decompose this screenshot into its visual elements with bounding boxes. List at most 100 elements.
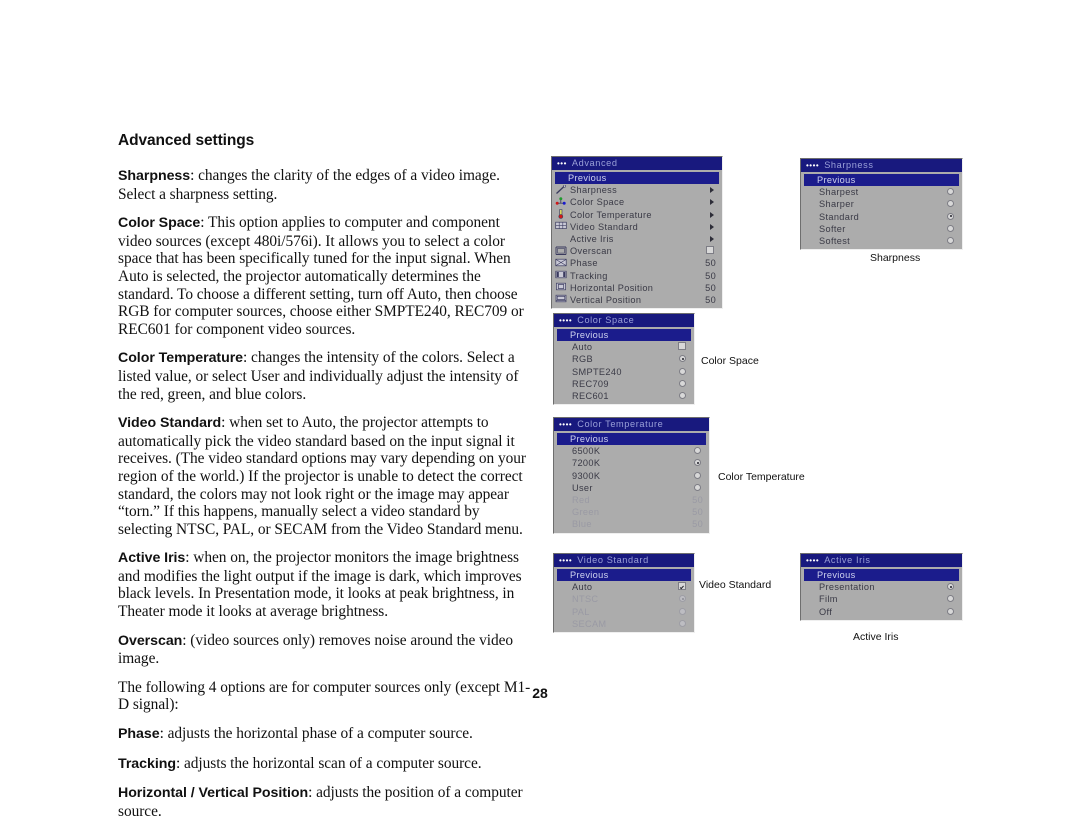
menu-item-previous[interactable]: Previous <box>555 172 719 185</box>
radio-film[interactable] <box>940 593 956 605</box>
menu-item-label: Red <box>572 494 590 505</box>
menu-item-auto[interactable]: Auto <box>557 341 691 353</box>
menu-item-rec601[interactable]: REC601 <box>557 390 691 402</box>
menu-item-9300k[interactable]: 9300K <box>557 470 706 482</box>
menu-item-phase[interactable]: Phase 50 <box>555 257 719 269</box>
vertical-position-icon <box>555 294 568 305</box>
menu-item-label: Standard <box>819 211 860 222</box>
radio-presentation[interactable] <box>940 581 956 593</box>
radio-9300k[interactable] <box>687 470 703 482</box>
menu-item-tracking[interactable]: Tracking 50 <box>555 270 719 282</box>
overscan-frame-icon <box>555 246 568 257</box>
osd-menu-sharpness: •••• Sharpness Previous Sharpest Sharper Stan… <box>800 158 963 251</box>
radio-rgb[interactable] <box>672 353 688 365</box>
menu-item-presentation[interactable]: Presentation <box>804 581 959 593</box>
menu-item-user[interactable]: User <box>557 482 706 494</box>
menu-item-label: SECAM <box>572 618 607 629</box>
menu-level-dots: •••• <box>559 316 573 325</box>
menu-item-label: Sharpness <box>570 185 618 196</box>
radio-standard[interactable] <box>940 211 956 223</box>
menu-item-label: Sharper <box>819 199 855 210</box>
menu-item-label: Film <box>819 594 838 605</box>
menu-item-label: Tracking <box>570 270 608 281</box>
menu-item-previous[interactable]: Previous <box>804 569 959 582</box>
checkbox-overscan[interactable] <box>700 245 716 257</box>
menu-item-7200k[interactable]: 7200K <box>557 457 706 469</box>
menu-item-standard[interactable]: Standard <box>804 211 959 223</box>
radio-secam[interactable] <box>672 618 688 630</box>
menu-item-rgb[interactable]: RGB <box>557 353 691 365</box>
menu-item-sharpness[interactable]: Sharpness <box>555 184 719 196</box>
paragraph-term: Color Temperature <box>118 350 244 367</box>
radio-sharpest[interactable] <box>940 186 956 198</box>
menu-item-label: Previous <box>568 173 607 183</box>
menu-item-label: Green <box>572 507 600 518</box>
radio-rec709[interactable] <box>672 378 688 390</box>
menu-item-label: Phase <box>570 258 598 269</box>
radio-off[interactable] <box>940 606 956 618</box>
menu-caption-video-standard: Video Standard <box>699 579 772 591</box>
submenu-arrow-icon <box>700 196 716 208</box>
page-title: Advanced settings <box>118 132 255 149</box>
paragraph-term: Video Standard <box>118 415 222 432</box>
value-text: 50 <box>692 507 703 518</box>
menu-item-video-standard[interactable]: Video Standard <box>555 221 719 233</box>
menu-item-color-space[interactable]: Color Space <box>555 196 719 208</box>
menu-item-auto[interactable]: Auto <box>557 581 691 593</box>
menu-item-vertical-position[interactable]: Vertical Position 50 <box>555 294 719 306</box>
paragraph-body: : adjusts the horizontal phase of a comp… <box>159 725 473 743</box>
menu-item-smpte240[interactable]: SMPTE240 <box>557 366 691 378</box>
radio-6500k[interactable] <box>687 445 703 457</box>
radio-pal[interactable] <box>672 606 688 618</box>
radio-user[interactable] <box>687 482 703 494</box>
menu-item-previous[interactable]: Previous <box>804 174 959 187</box>
menu-item-active-iris[interactable]: Active Iris <box>555 233 719 245</box>
osd-title-bar: •••• Color Temperature <box>554 418 709 431</box>
menu-item-sharpest[interactable]: Sharpest <box>804 186 959 198</box>
radio-7200k[interactable] <box>687 457 703 469</box>
paragraph-term: Horizontal / Vertical Position <box>118 785 309 802</box>
menu-item-label: Softest <box>819 235 851 246</box>
osd-title-text: Sharpness <box>824 160 874 170</box>
menu-item-previous[interactable]: Previous <box>557 329 691 342</box>
radio-ntsc[interactable] <box>672 593 688 605</box>
osd-title-text: Color Temperature <box>577 419 664 429</box>
menu-item-label: Horizontal Position <box>570 282 654 293</box>
submenu-arrow-icon <box>700 209 716 221</box>
menu-item-label: SMPTE240 <box>572 366 622 377</box>
radio-smpte240[interactable] <box>672 366 688 378</box>
menu-item-6500k[interactable]: 6500K <box>557 445 706 457</box>
menu-item-sharper[interactable]: Sharper <box>804 198 959 210</box>
submenu-arrow-icon <box>700 233 716 245</box>
menu-item-color-temperature[interactable]: Color Temperature <box>555 209 719 221</box>
menu-item-label: Vertical Position <box>570 294 642 305</box>
value-text: 50 <box>705 258 716 269</box>
paragraph: Color Space: This option applies to comp… <box>118 214 532 338</box>
radio-softer[interactable] <box>940 223 956 235</box>
osd-row-list: Previous Presentation Film Off <box>801 567 962 618</box>
menu-item-off[interactable]: Off <box>804 606 959 618</box>
menu-item-label: RGB <box>572 354 593 365</box>
menu-item-overscan[interactable]: Overscan <box>555 245 719 257</box>
radio-sharper[interactable] <box>940 198 956 210</box>
paragraph: Active Iris: when on, the projector moni… <box>118 549 532 620</box>
video-standard-icon <box>555 221 568 232</box>
menu-item-previous[interactable]: Previous <box>557 569 691 582</box>
checkbox-auto[interactable] <box>672 341 688 353</box>
horizontal-position-icon <box>555 282 568 293</box>
menu-item-film[interactable]: Film <box>804 593 959 605</box>
menu-item-horizontal-position[interactable]: Horizontal Position 50 <box>555 282 719 294</box>
menu-item-label: PAL <box>572 606 590 617</box>
radio-rec601[interactable] <box>672 390 688 402</box>
menu-item-softer[interactable]: Softer <box>804 223 959 235</box>
menu-item-softest[interactable]: Softest <box>804 235 959 247</box>
menu-level-dots: •••• <box>559 420 573 429</box>
menu-item-previous[interactable]: Previous <box>557 433 706 446</box>
menu-item-rec709[interactable]: REC709 <box>557 378 691 390</box>
osd-menu-color-space: •••• Color Space Previous Auto RGB SMPTE240 RE… <box>553 313 695 406</box>
checkbox-auto[interactable] <box>672 581 688 593</box>
menu-item-label: Previous <box>817 175 856 185</box>
osd-title-text: Advanced <box>571 158 618 168</box>
submenu-arrow-icon <box>700 221 716 233</box>
radio-softest[interactable] <box>940 235 956 247</box>
